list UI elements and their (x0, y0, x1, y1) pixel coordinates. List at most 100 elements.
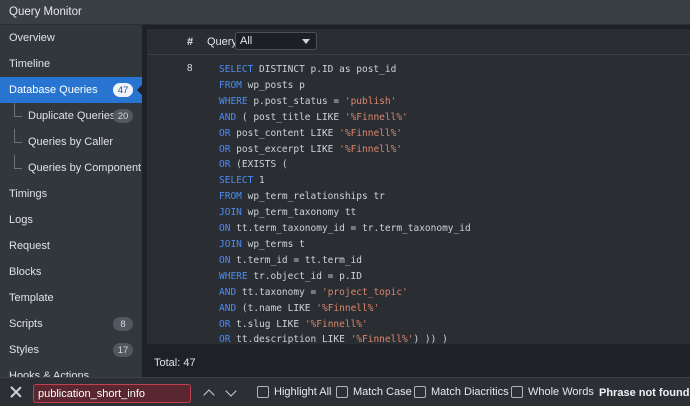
checkbox-box[interactable] (414, 386, 426, 398)
sidebar-item-styles[interactable]: Styles 17 (0, 337, 142, 363)
chevron-down-icon (302, 39, 310, 44)
sql-keyword: JOIN (219, 207, 242, 219)
sql-text: ) )) ) (413, 334, 448, 346)
sql-text: t.slug LIKE (230, 318, 305, 330)
sql-line: WHERE p.post_status = 'publish' (219, 94, 659, 110)
sql-text: wp_term_taxonomy tt (241, 207, 357, 219)
sidebar-item-blocks[interactable]: Blocks (0, 259, 142, 285)
sidebar-item-timings[interactable]: Timings (0, 181, 142, 207)
sidebar-item-duplicate-queries[interactable]: Duplicate Queries 20 (0, 103, 142, 129)
sql-line: AND tt.taxonomy = 'project_topic' (219, 285, 659, 301)
match-case-label: Match Case (353, 386, 412, 398)
sidebar-item-queries-by-component[interactable]: Queries by Component (0, 155, 142, 181)
sql-string: '%Finnell%' (344, 111, 408, 123)
query-filter-value: All (240, 35, 253, 47)
sql-keyword: OR (219, 334, 231, 346)
window-title: Query Monitor (9, 6, 82, 18)
match-diacritics-label: Match Diacritics (431, 386, 509, 398)
query-filter-select[interactable]: All (235, 32, 317, 50)
sidebar-item-request[interactable]: Request (0, 233, 142, 259)
close-icon[interactable] (10, 386, 22, 398)
highlight-all-checkbox[interactable]: Highlight All (257, 386, 331, 398)
sql-keyword: WHERE (219, 95, 248, 107)
sql-text: tt.description LIKE (230, 334, 351, 346)
sidebar-item-scripts[interactable]: Scripts 8 (0, 311, 142, 337)
sql-line: OR tt.description LIKE '%Finnell%') )) ) (219, 332, 659, 348)
whole-words-label: Whole Words (528, 386, 594, 398)
sql-line: ON tt.term_taxonomy_id = tr.term_taxonom… (219, 221, 659, 237)
sidebar-item-label: Request (9, 240, 50, 252)
sql-string: '%Finnell%' (316, 302, 380, 314)
sql-text: (EXISTS ( (230, 159, 288, 171)
sql-line: FROM wp_term_relationships tr (219, 189, 659, 205)
find-previous-icon[interactable] (203, 389, 215, 401)
sql-text: wp_term_relationships tr (241, 191, 385, 203)
queries-table: # Query All 8 SELECT DISTINCT p.ID as po… (147, 29, 690, 345)
sql-text: tt.taxonomy = (236, 286, 322, 298)
sidebar-item-hooks-actions[interactable]: Hooks & Actions (0, 363, 142, 377)
highlight-all-label: Highlight All (274, 386, 332, 398)
checkbox-box[interactable] (511, 386, 523, 398)
sql-line: JOIN wp_term_taxonomy tt (219, 205, 659, 221)
sidebar-item-label: Timeline (9, 58, 51, 70)
sql-string: '%Finnell%' (304, 318, 368, 330)
sql-keyword: OR (219, 159, 231, 171)
find-status: Phrase not found (599, 387, 690, 399)
find-next-icon[interactable] (225, 385, 237, 397)
sidebar-item-label: Database Queries (9, 84, 98, 96)
sql-line: JOIN wp_terms t (219, 237, 659, 253)
sql-text: post_content LIKE (230, 127, 340, 139)
sql-keyword: AND (219, 286, 237, 298)
find-input[interactable] (33, 384, 191, 403)
sql-line: WHERE tr.object_id = p.ID (219, 269, 659, 285)
sql-line: OR t.slug LIKE '%Finnell%' (219, 317, 659, 333)
sql-line: OR post_excerpt LIKE '%Finnell%' (219, 142, 659, 158)
sql-keyword: FROM (219, 79, 242, 91)
sql-line: OR (EXISTS ( (219, 157, 659, 173)
match-diacritics-checkbox[interactable]: Match Diacritics (414, 386, 509, 398)
sql-text: 1 (253, 175, 265, 187)
sql-string: '%Finnell%' (350, 334, 414, 346)
sql-string: '%Finnell%' (339, 143, 403, 155)
sql-text: ( post_title LIKE (236, 111, 345, 123)
sql-keyword: SELECT (219, 175, 254, 187)
column-header-query: Query (207, 36, 237, 48)
sidebar-item-label: Blocks (9, 266, 42, 278)
title-bar: Query Monitor (0, 0, 690, 25)
sql-text: wp_posts p (241, 79, 305, 91)
sidebar-item-template[interactable]: Template (0, 285, 142, 311)
tree-connector (14, 155, 22, 169)
match-case-checkbox[interactable]: Match Case (336, 386, 412, 398)
sql-keyword: OR (219, 143, 231, 155)
sql-text: p.post_status = (247, 95, 345, 107)
tree-connector (14, 103, 22, 117)
tree-connector (14, 129, 22, 143)
checkbox-box[interactable] (257, 386, 269, 398)
sidebar-item-queries-by-caller[interactable]: Queries by Caller (0, 129, 142, 155)
sql-string: 'project_topic' (321, 286, 408, 298)
sql-text: (t.name LIKE (236, 302, 317, 314)
sidebar-item-timeline[interactable]: Timeline (0, 51, 142, 77)
sidebar-item-database-queries[interactable]: Database Queries 47 (0, 77, 142, 103)
sidebar-item-logs[interactable]: Logs (0, 207, 142, 233)
sql-keyword: OR (219, 318, 231, 330)
sql-keyword: JOIN (219, 238, 242, 250)
sql-line: SELECT DISTINCT p.ID as post_id (219, 62, 659, 78)
sql-line: AND ( post_title LIKE '%Finnell%' (219, 110, 659, 126)
sql-keyword: SELECT (219, 64, 254, 75)
column-header-number: # (187, 36, 194, 48)
sql-keyword: AND (219, 111, 237, 123)
whole-words-checkbox[interactable]: Whole Words (511, 386, 594, 398)
sql-keyword: AND (219, 302, 237, 314)
sidebar-item-overview[interactable]: Overview (0, 25, 142, 51)
sql-text: DISTINCT p.ID as post_id (253, 64, 397, 75)
sidebar: Overview Timeline Database Queries 47 Duplic… (0, 25, 142, 377)
sidebar-item-label: Duplicate Queries (28, 110, 116, 122)
sql-keyword: WHERE (219, 270, 248, 282)
total-count: Total: 47 (154, 357, 196, 369)
count-badge: 8 (113, 317, 133, 331)
count-badge: 20 (113, 109, 133, 123)
checkbox-box[interactable] (336, 386, 348, 398)
sidebar-item-label: Queries by Component (28, 162, 142, 174)
sql-line: OR post_content LIKE '%Finnell%' (219, 126, 659, 142)
